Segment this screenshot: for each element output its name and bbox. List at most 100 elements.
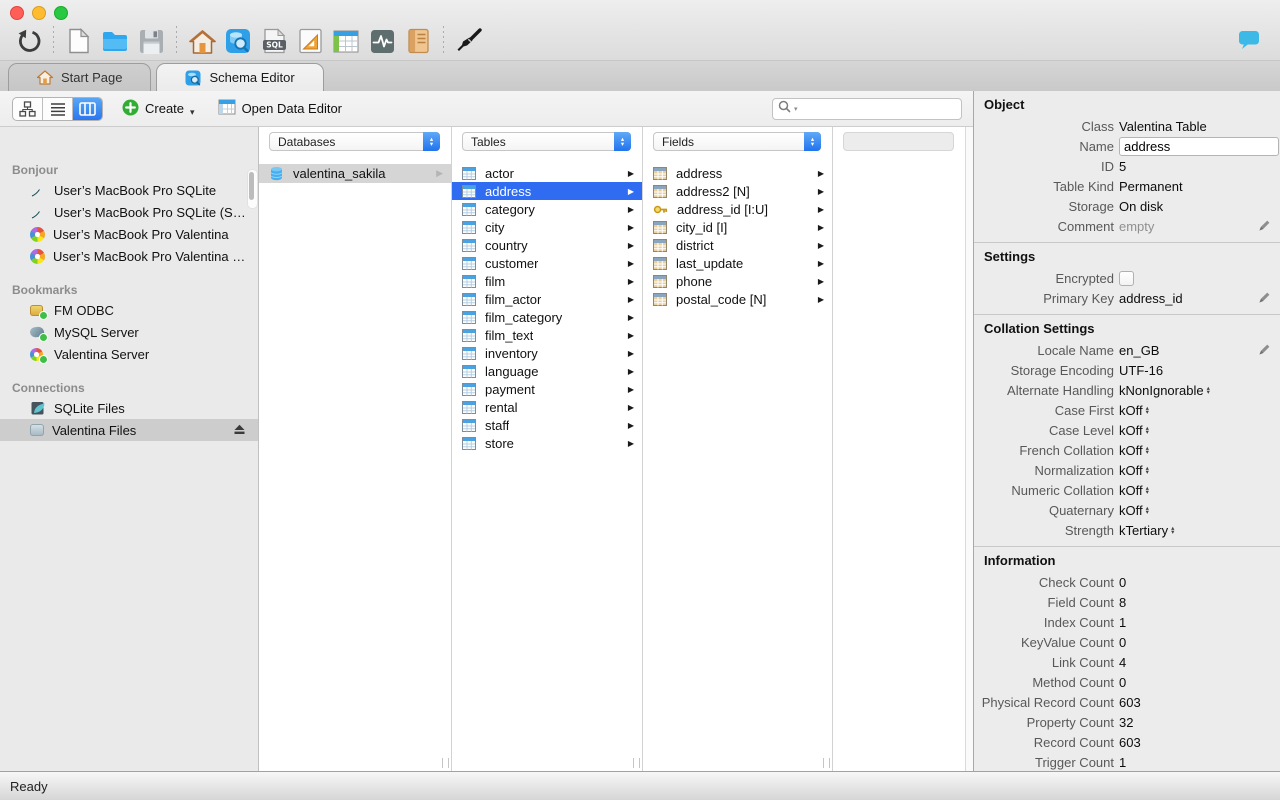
row-label: valentina_sakila (293, 166, 386, 181)
row-label: category (485, 201, 535, 217)
table-row-film-text[interactable]: film_text ▶ (452, 326, 642, 344)
diagnostics-button[interactable] (364, 24, 400, 58)
name-input[interactable] (1119, 136, 1279, 156)
case-level-popup[interactable]: kOff ▴ ▾ (1114, 423, 1149, 438)
table-row-payment[interactable]: payment ▶ (452, 380, 642, 398)
list-view-button[interactable] (43, 97, 73, 120)
zoom-window-button[interactable] (54, 6, 68, 20)
quaternary-popup[interactable]: kOff ▴ ▾ (1114, 503, 1149, 518)
schema-editor-button[interactable] (220, 24, 256, 58)
strength-popup[interactable]: kTertiary ▴ ▾ (1114, 523, 1174, 538)
log-button[interactable] (400, 24, 436, 58)
table-row-rental[interactable]: rental ▶ (452, 398, 642, 416)
numeric-collation-popup[interactable]: kOff ▴ ▾ (1114, 483, 1149, 498)
table-row-country[interactable]: country ▶ (452, 236, 642, 254)
connections-button[interactable] (451, 24, 487, 58)
inspector-section-collation-settings: Collation Settings Locale Name en_GB Storag… (974, 314, 1280, 546)
report-editor-button[interactable] (292, 24, 328, 58)
open-database-button[interactable] (97, 24, 133, 58)
edit-locale-name-button[interactable] (1258, 343, 1271, 359)
tab-schema-editor[interactable]: Schema Editor (156, 63, 324, 91)
edit-primary-key-button[interactable] (1258, 291, 1271, 307)
search-input[interactable] (799, 100, 956, 117)
inspector-row-label: Quaternary (1048, 502, 1114, 518)
inspector-row-label: Name (1079, 138, 1114, 154)
field-row-address-id-i-u[interactable]: address_id [I:U] ▶ (643, 200, 832, 218)
table-row-film[interactable]: film ▶ (452, 272, 642, 290)
field-row-address2-n[interactable]: address2 [N] ▶ (643, 182, 832, 200)
table-row-inventory[interactable]: inventory ▶ (452, 344, 642, 362)
disclosure-arrow-icon: ▶ (627, 402, 634, 412)
sidebar-item-user-s-macbook-pro-sqlite[interactable]: User’s MacBook Pro SQLite (0, 179, 258, 201)
column-resize-grip[interactable] (823, 758, 830, 768)
field-row-district[interactable]: district ▶ (643, 236, 832, 254)
close-window-button[interactable] (10, 6, 24, 20)
table-icon (462, 274, 476, 288)
table-row-category[interactable]: category ▶ (452, 200, 642, 218)
tables-popup[interactable]: Tables ▴ ▾ (462, 132, 631, 151)
inspector-row-label: Locale Name (1037, 342, 1114, 358)
edit-comment-button[interactable] (1258, 219, 1271, 235)
field-row-postal-code-n[interactable]: postal_code [N] ▶ (643, 290, 832, 308)
case-first-popup[interactable]: kOff ▴ ▾ (1114, 403, 1149, 418)
sidebar-item-label: SQLite Files (54, 400, 125, 416)
table-row-customer[interactable]: customer ▶ (452, 254, 642, 272)
database-row-valentina-sakila[interactable]: valentina_sakila ▶ (259, 164, 451, 183)
sidebar-item-user-s-macbook-pro-valentina[interactable]: User’s MacBook Pro Valentina (0, 223, 258, 245)
tab-start-page[interactable]: Start Page (8, 63, 152, 91)
title-bar: SQL (0, 0, 1280, 60)
table-row-store[interactable]: store ▶ (452, 434, 642, 452)
columns-scrollbar-strip[interactable] (966, 127, 973, 771)
inspector-row-value: 1 (1119, 614, 1127, 630)
inspector-row-label: Trigger Count (1035, 754, 1114, 770)
alternate-handling-popup[interactable]: kNonIgnorable ▴ ▾ (1114, 383, 1210, 398)
table-row-film-category[interactable]: film_category ▶ (452, 308, 642, 326)
sidebar-item-sqlite-files[interactable]: SQLite Files (0, 397, 258, 419)
column-resize-grip[interactable] (442, 758, 449, 768)
search-field[interactable]: ▾ (772, 97, 962, 120)
field-icon (653, 256, 667, 270)
tree-view-button[interactable] (13, 97, 43, 120)
field-row-city-id-i[interactable]: city_id [I] ▶ (643, 218, 832, 236)
table-row-language[interactable]: language ▶ (452, 362, 642, 380)
minimize-window-button[interactable] (32, 6, 46, 20)
undo-button[interactable] (10, 24, 46, 58)
sql-editor-button[interactable]: SQL (256, 24, 292, 58)
schema-browser-columns: Databases ▴ ▾ valentina_sakila ▶ Tables ▴ ▾ acto… (259, 127, 973, 771)
field-row-last-update[interactable]: last_update ▶ (643, 254, 832, 272)
columns-view-button[interactable] (73, 97, 102, 120)
eject-button[interactable] (233, 423, 246, 438)
sidebar-item-user-s-macbook-pro-sqlite-ssl[interactable]: User’s MacBook Pro SQLite (SSL) (0, 201, 258, 223)
column-header-fields: Fields ▴ ▾ (643, 127, 832, 157)
save-button[interactable] (133, 24, 169, 58)
row-label: rental (485, 399, 518, 415)
inspector-row-value: 1 (1119, 754, 1127, 770)
fields-popup[interactable]: Fields ▴ ▾ (653, 132, 821, 151)
encrypted-checkbox[interactable] (1119, 270, 1134, 286)
table-row-actor[interactable]: actor ▶ (452, 164, 642, 182)
databases-popup[interactable]: Databases ▴ ▾ (269, 132, 440, 151)
new-database-button[interactable] (61, 24, 97, 58)
field-row-phone[interactable]: phone ▶ (643, 272, 832, 290)
sidebar-item-valentina-files[interactable]: Valentina Files (0, 419, 258, 441)
start-page-button[interactable] (184, 24, 220, 58)
sqlite-files-icon (30, 400, 46, 416)
column-resize-grip[interactable] (633, 758, 640, 768)
sidebar-item-mysql-server[interactable]: MySQL Server (0, 321, 258, 343)
data-editor-button[interactable] (328, 24, 364, 58)
sidebar-item-user-s-macbook-pro-valentina-s[interactable]: User’s MacBook Pro Valentina (S… (0, 245, 258, 267)
create-button[interactable]: Create ▾ (122, 99, 195, 119)
table-row-film-actor[interactable]: film_actor ▶ (452, 290, 642, 308)
inspector-row-alternate-handling: Alternate Handling kNonIgnorable ▴ ▾ (974, 380, 1280, 400)
sidebar-item-fm-odbc[interactable]: FM ODBC (0, 299, 258, 321)
field-row-address[interactable]: address ▶ (643, 164, 832, 182)
table-row-city[interactable]: city ▶ (452, 218, 642, 236)
inspector-row-label: Table Kind (1053, 178, 1114, 194)
normalization-popup[interactable]: kOff ▴ ▾ (1114, 463, 1149, 478)
table-row-staff[interactable]: staff ▶ (452, 416, 642, 434)
feedback-chat-button[interactable] (1238, 30, 1260, 55)
open-data-editor-button[interactable]: Open Data Editor (218, 99, 342, 118)
french-collation-popup[interactable]: kOff ▴ ▾ (1114, 443, 1149, 458)
sidebar-item-valentina-server[interactable]: Valentina Server (0, 343, 258, 365)
table-row-address[interactable]: address ▶ (452, 182, 642, 200)
